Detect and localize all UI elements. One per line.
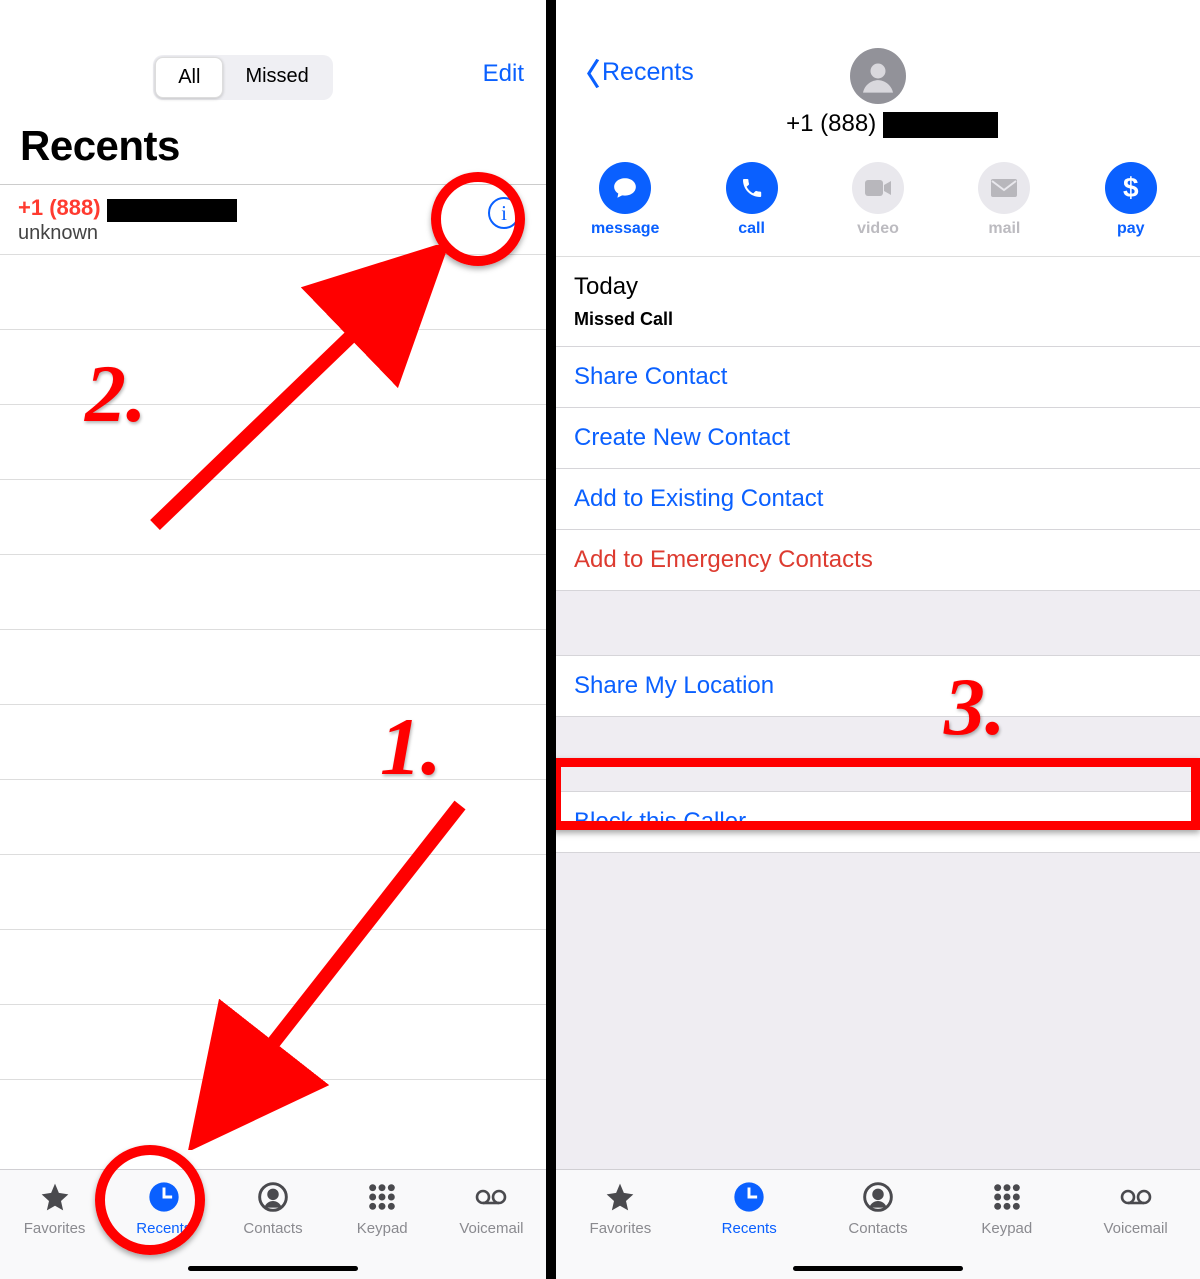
tab-label: Voicemail [459,1220,523,1237]
tab-label: Recents [136,1220,191,1237]
tab-label: Keypad [357,1220,408,1237]
recents-screen: All Missed Edit Recents +1 (888) unknown… [0,0,546,1279]
page-title: Recents [0,110,546,184]
tab-label: Voicemail [1103,1220,1167,1237]
tab-label: Contacts [243,1220,302,1237]
info-icon[interactable]: i [488,197,520,229]
tab-recents[interactable]: Recents [685,1180,814,1279]
redacted-block [883,112,998,138]
tab-label: Favorites [590,1220,652,1237]
contact-icon [861,1180,895,1214]
header-bar: All Missed Edit [0,0,546,110]
segment-all[interactable]: All [155,57,223,98]
contact-detail-screen: 〈 Recents +1 (888) message call [556,0,1200,1279]
tab-keypad[interactable]: Keypad [942,1180,1071,1279]
share-location-button[interactable]: Share My Location [556,655,1200,717]
tab-favorites[interactable]: Favorites [556,1180,685,1279]
voicemail-icon [474,1180,508,1214]
home-indicator [793,1266,963,1271]
keypad-icon [365,1180,399,1214]
action-buttons-row: message call video mail $ pay [556,150,1200,257]
list-row [0,1004,546,1079]
action-pay[interactable]: $ pay [1071,162,1191,238]
keypad-icon [990,1180,1024,1214]
contact-phone: +1 (888) [570,110,1200,138]
call-log-section: Today Missed Call [556,257,1200,347]
contact-avatar [850,48,906,104]
action-label: call [692,220,812,238]
phone-prefix: +1 (888) [786,110,876,137]
list-row [0,629,546,704]
tab-favorites[interactable]: Favorites [0,1180,109,1279]
voicemail-icon [1119,1180,1153,1214]
tab-label: Favorites [24,1220,86,1237]
missed-call-label: Missed Call [574,309,1182,338]
action-mail: mail [944,162,1064,238]
segment-missed[interactable]: Missed [223,57,330,98]
call-number: +1 (888) [18,195,101,220]
share-contact-button[interactable]: Share Contact [556,347,1200,408]
list-row [0,854,546,929]
star-icon [38,1180,72,1214]
call-row[interactable]: +1 (888) unknown i [0,184,546,254]
edit-button[interactable]: Edit [483,60,524,88]
action-label: pay [1071,220,1191,238]
tab-label: Contacts [848,1220,907,1237]
tab-bar: Favorites Recents Contacts Keypad Voicem… [556,1169,1200,1279]
nav-bar: 〈 Recents +1 (888) [556,0,1200,150]
action-label: message [565,220,685,238]
list-row [0,329,546,404]
tab-voicemail[interactable]: Voicemail [437,1180,546,1279]
mail-icon [978,162,1030,214]
action-label: video [818,220,938,238]
list-row [0,779,546,854]
list-row [0,1079,546,1154]
add-emergency-button[interactable]: Add to Emergency Contacts [556,530,1200,591]
add-existing-contact-button[interactable]: Add to Existing Contact [556,469,1200,530]
video-icon [852,162,904,214]
back-label: Recents [602,58,694,87]
redacted-block [107,199,237,222]
list-row [0,254,546,329]
clock-icon [147,1180,181,1214]
chevron-left-icon: 〈 [570,50,600,94]
section-today: Today [574,273,1182,301]
contact-icon [256,1180,290,1214]
block-caller-button[interactable]: Block this Caller [556,791,1200,853]
tab-contacts[interactable]: Contacts [814,1180,943,1279]
section-gap [556,717,1200,791]
create-contact-button[interactable]: Create New Contact [556,408,1200,469]
star-icon [603,1180,637,1214]
tab-label: Keypad [981,1220,1032,1237]
list-row [0,554,546,629]
action-video: video [818,162,938,238]
section-gap [556,591,1200,655]
tab-keypad[interactable]: Keypad [328,1180,437,1279]
list-row [0,929,546,1004]
call-number-line: +1 (888) [18,195,528,222]
tab-voicemail[interactable]: Voicemail [1071,1180,1200,1279]
tab-label: Recents [722,1220,777,1237]
tab-contacts[interactable]: Contacts [218,1180,327,1279]
action-label: mail [944,220,1064,238]
list-row [0,404,546,479]
call-subtitle: unknown [18,222,528,245]
message-icon [599,162,651,214]
action-call[interactable]: call [692,162,812,238]
list-row [0,704,546,779]
tab-bar: Favorites Recents Contacts Keypad Voicem… [0,1169,546,1279]
filter-segmented-control: All Missed [153,55,333,100]
action-message[interactable]: message [565,162,685,238]
dollar-icon: $ [1105,162,1157,214]
clock-icon [732,1180,766,1214]
tab-recents[interactable]: Recents [109,1180,218,1279]
phone-icon [726,162,778,214]
home-indicator [188,1266,358,1271]
list-row [0,479,546,554]
